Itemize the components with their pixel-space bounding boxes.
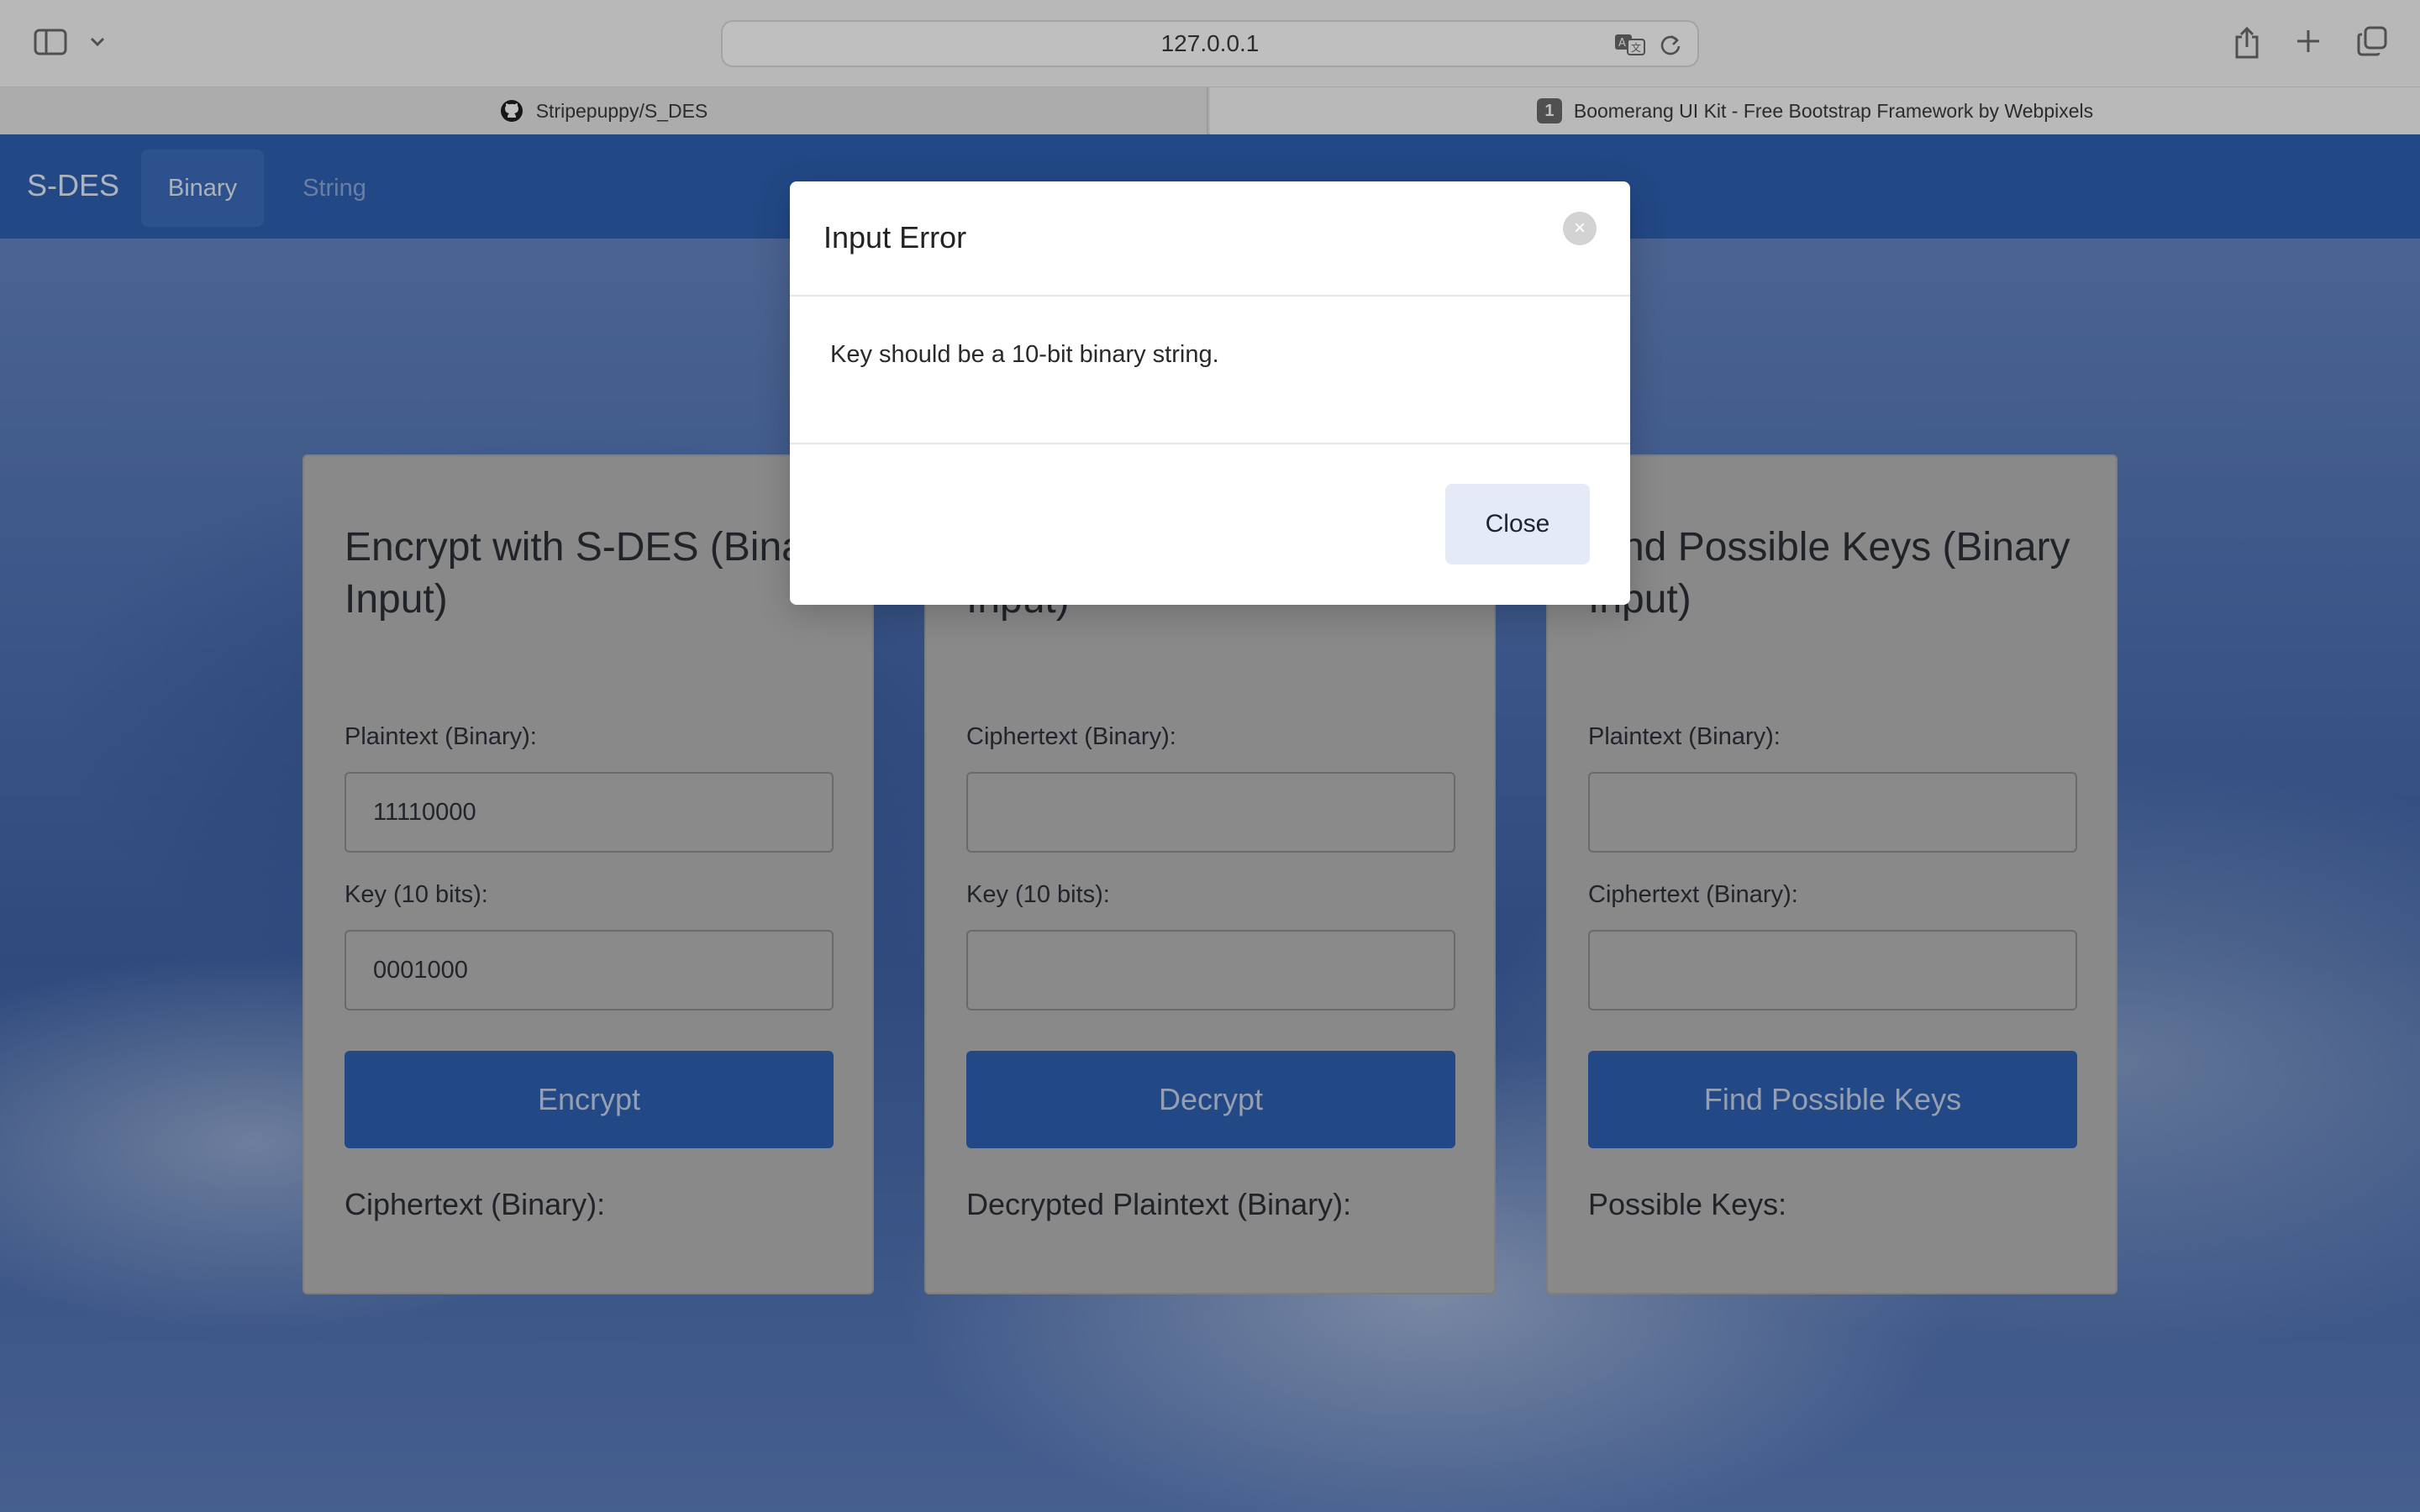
modal-header: Input Error × <box>790 181 1630 297</box>
modal-divider <box>790 443 1630 444</box>
close-button[interactable]: Close <box>1445 484 1590 564</box>
modal-message: Key should be a 10-bit binary string. <box>830 341 1219 368</box>
close-icon[interactable]: × <box>1563 212 1597 245</box>
modal-title: Input Error <box>823 220 967 255</box>
input-error-modal: Input Error × Key should be a 10-bit bin… <box>790 181 1630 605</box>
